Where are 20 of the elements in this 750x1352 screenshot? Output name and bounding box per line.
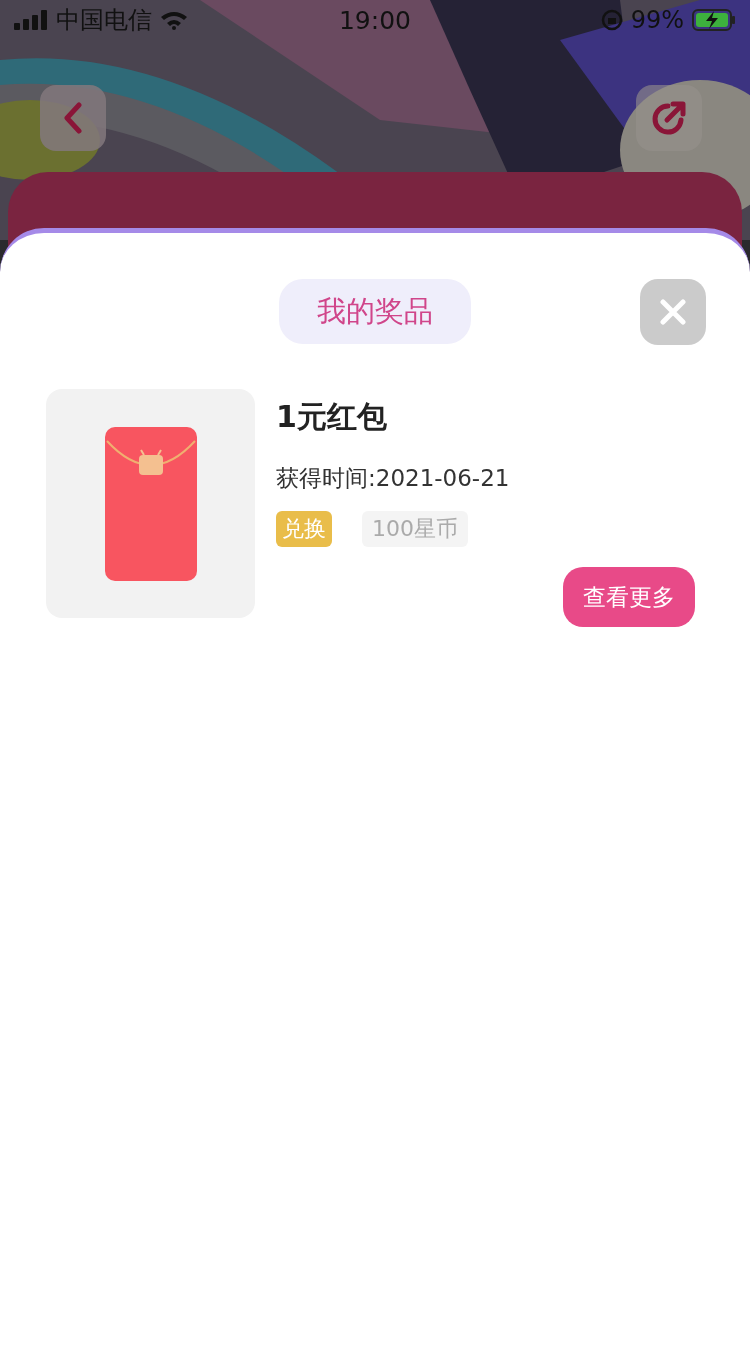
wifi-icon <box>160 10 188 30</box>
carrier-name: 中国电信 <box>56 5 152 36</box>
close-button[interactable] <box>640 279 706 345</box>
share-button[interactable] <box>636 85 702 151</box>
prize-name: 1元红包 <box>276 399 388 435</box>
obtained-date: 获得时间:2021-06-21 <box>276 464 511 493</box>
view-more-button[interactable]: 查看更多 <box>563 567 695 627</box>
price-tag: 100星币 <box>362 511 468 547</box>
signal-icon <box>14 10 48 30</box>
envelope-icon <box>104 426 197 581</box>
back-icon <box>63 102 83 134</box>
exchange-tag: 兑换 <box>276 511 332 547</box>
battery-charging-icon <box>692 9 736 31</box>
share-icon <box>651 100 687 136</box>
clock-time: 19:00 <box>338 5 411 35</box>
battery-percent: 99% <box>630 6 684 34</box>
back-button[interactable] <box>40 85 106 151</box>
dialog-title: 我的奖品 <box>279 279 471 344</box>
close-icon <box>660 299 686 325</box>
rotation-lock-icon <box>600 9 623 31</box>
